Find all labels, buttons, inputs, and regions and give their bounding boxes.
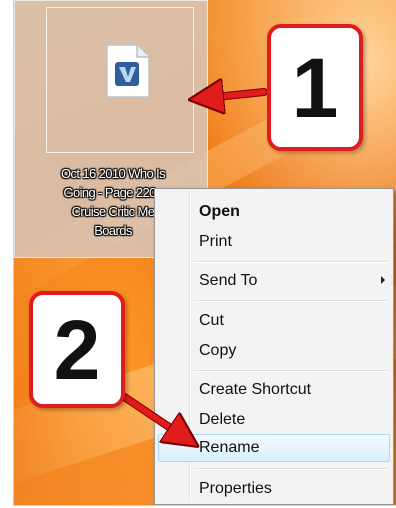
step-1-number: 1: [291, 40, 339, 135]
menu-item-cut[interactable]: Cut: [199, 308, 224, 334]
menu-separator: [193, 468, 389, 470]
menu-item-send-to[interactable]: Send To: [199, 268, 257, 294]
submenu-arrow-icon: [381, 276, 385, 284]
screenshot-frame: Oct 16 2010 Who Is Going - Page 220 - Cr…: [13, 0, 396, 506]
menu-item-delete[interactable]: Delete: [199, 407, 245, 433]
step-2-number: 2: [53, 302, 101, 397]
menu-separator: [193, 370, 389, 372]
menu-item-rename[interactable]: Rename: [199, 435, 259, 461]
menu-item-create-shortcut[interactable]: Create Shortcut: [199, 377, 311, 403]
step-2-callout: 2: [29, 291, 125, 408]
menu-item-open[interactable]: Open: [199, 199, 240, 225]
file-name-line: Oct 16 2010 Who Is: [60, 166, 166, 181]
rename-highlight: [158, 434, 390, 462]
menu-item-properties[interactable]: Properties: [199, 476, 272, 502]
document-icon[interactable]: [105, 43, 151, 99]
menu-item-copy[interactable]: Copy: [199, 338, 236, 364]
menu-separator: [193, 261, 389, 263]
context-menu: Open Print Send To Cut Copy Create Short…: [154, 188, 394, 505]
step-1-callout: 1: [267, 24, 363, 151]
menu-item-print[interactable]: Print: [199, 229, 232, 255]
menu-separator: [193, 300, 389, 302]
